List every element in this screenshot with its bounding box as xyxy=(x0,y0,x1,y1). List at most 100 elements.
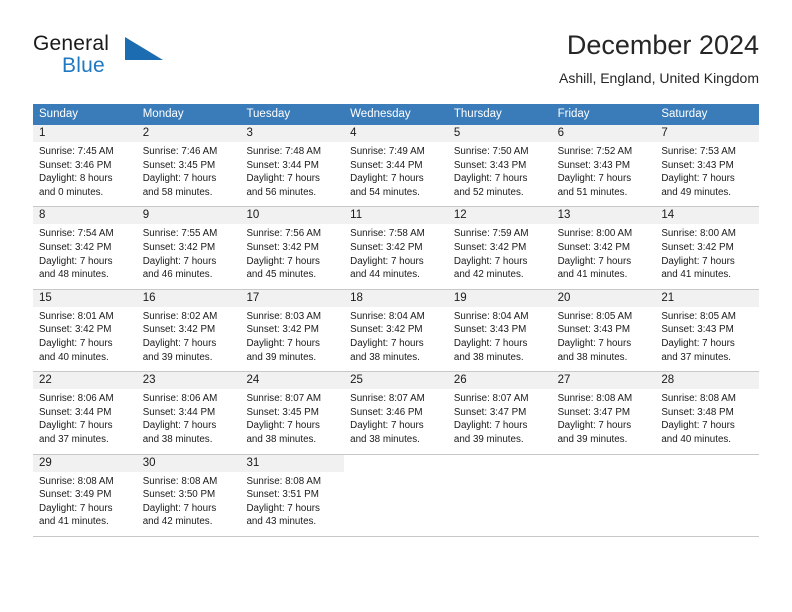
day-cell[interactable]: 16 Sunrise: 8:02 AM Sunset: 3:42 PM Dayl… xyxy=(136,289,241,372)
day-info: Sunrise: 7:46 AM Sunset: 3:45 PM Dayligh… xyxy=(137,142,241,199)
daylight-text-line1: Daylight: 7 hours xyxy=(661,337,735,349)
sunset-text: Sunset: 3:44 PM xyxy=(350,159,423,171)
day-cell[interactable]: 8 Sunrise: 7:54 AM Sunset: 3:42 PM Dayli… xyxy=(33,207,137,289)
day-info: Sunrise: 7:49 AM Sunset: 3:44 PM Dayligh… xyxy=(344,142,448,199)
day-number xyxy=(655,454,760,472)
sunset-text: Sunset: 3:49 PM xyxy=(39,489,112,501)
day-info: Sunrise: 7:50 AM Sunset: 3:43 PM Dayligh… xyxy=(448,142,552,199)
day-info: Sunrise: 8:05 AM Sunset: 3:43 PM Dayligh… xyxy=(552,307,656,364)
day-cell[interactable]: 12 Sunrise: 7:59 AM Sunset: 3:42 PM Dayl… xyxy=(447,207,552,289)
day-cell[interactable]: 5 Sunrise: 7:50 AM Sunset: 3:43 PM Dayli… xyxy=(447,125,552,207)
day-cell[interactable]: 23 Sunrise: 8:06 AM Sunset: 3:44 PM Dayl… xyxy=(136,372,241,454)
daylight-text-line1: Daylight: 7 hours xyxy=(246,337,320,349)
day-info: Sunrise: 8:00 AM Sunset: 3:42 PM Dayligh… xyxy=(552,224,656,281)
day-cell[interactable]: 10 Sunrise: 7:56 AM Sunset: 3:42 PM Dayl… xyxy=(240,207,345,289)
day-number: 31 xyxy=(240,454,345,472)
day-info: Sunrise: 8:05 AM Sunset: 3:43 PM Dayligh… xyxy=(655,307,759,364)
day-number: 24 xyxy=(240,372,345,390)
daylight-text-line2: and 40 minutes. xyxy=(39,351,109,363)
calendar-week-row: 1 Sunrise: 7:45 AM Sunset: 3:46 PM Dayli… xyxy=(33,125,760,208)
day-number: 12 xyxy=(447,207,552,225)
daylight-text-line2: and 51 minutes. xyxy=(557,186,628,198)
sunrise-text: Sunrise: 8:05 AM xyxy=(557,310,633,322)
day-number: 2 xyxy=(136,125,241,142)
day-cell[interactable]: 9 Sunrise: 7:55 AM Sunset: 3:42 PM Dayli… xyxy=(136,207,241,289)
daylight-text-line1: Daylight: 7 hours xyxy=(453,173,528,185)
day-number: 22 xyxy=(33,372,137,390)
day-cell[interactable]: 4 Sunrise: 7:49 AM Sunset: 3:44 PM Dayli… xyxy=(344,125,448,207)
day-info: Sunrise: 7:56 AM Sunset: 3:42 PM Dayligh… xyxy=(240,224,344,281)
day-cell[interactable]: 20 Sunrise: 8:05 AM Sunset: 3:43 PM Dayl… xyxy=(551,289,656,372)
day-number: 11 xyxy=(344,207,448,225)
day-number: 16 xyxy=(136,289,241,307)
day-cell[interactable]: 18 Sunrise: 8:04 AM Sunset: 3:42 PM Dayl… xyxy=(344,289,448,372)
day-number: 1 xyxy=(33,125,137,142)
daylight-text-line2: and 39 minutes. xyxy=(142,351,213,363)
sunset-text: Sunset: 3:45 PM xyxy=(246,406,319,418)
sunset-text: Sunset: 3:48 PM xyxy=(661,406,734,418)
sunrise-text: Sunrise: 7:58 AM xyxy=(350,228,425,240)
day-info: Sunrise: 8:04 AM Sunset: 3:42 PM Dayligh… xyxy=(344,307,448,364)
daylight-text-line1: Daylight: 7 hours xyxy=(453,420,528,432)
calendar-week-row: 15 Sunrise: 8:01 AM Sunset: 3:42 PM Dayl… xyxy=(33,289,760,373)
sunrise-text: Sunrise: 8:00 AM xyxy=(661,228,736,240)
day-cell[interactable]: 7 Sunrise: 7:53 AM Sunset: 3:43 PM Dayli… xyxy=(655,125,760,207)
weekday-header-wednesday: Wednesday xyxy=(350,108,411,120)
sunset-text: Sunset: 3:47 PM xyxy=(557,406,631,418)
day-number: 7 xyxy=(655,125,760,142)
calendar-week-row: 29 Sunrise: 8:08 AM Sunset: 3:49 PM Dayl… xyxy=(33,454,760,537)
brand-logo[interactable]: General Blue xyxy=(33,32,233,88)
day-cell[interactable]: 15 Sunrise: 8:01 AM Sunset: 3:42 PM Dayl… xyxy=(33,289,137,372)
day-cell[interactable]: 27 Sunrise: 8:08 AM Sunset: 3:47 PM Dayl… xyxy=(551,372,656,454)
day-cell[interactable]: 28 Sunrise: 8:08 AM Sunset: 3:48 PM Dayl… xyxy=(655,372,760,454)
weekday-header-monday: Monday xyxy=(142,108,184,120)
daylight-text-line2: and 39 minutes. xyxy=(246,351,317,363)
sunrise-text: Sunrise: 8:08 AM xyxy=(661,393,736,405)
day-cell[interactable]: 22 Sunrise: 8:06 AM Sunset: 3:44 PM Dayl… xyxy=(33,372,137,454)
daylight-text-line2: and 37 minutes. xyxy=(39,433,109,445)
day-cell[interactable]: 19 Sunrise: 8:04 AM Sunset: 3:43 PM Dayl… xyxy=(447,289,552,372)
day-cell[interactable]: 21 Sunrise: 8:05 AM Sunset: 3:43 PM Dayl… xyxy=(655,289,760,372)
sunrise-text: Sunrise: 7:56 AM xyxy=(246,228,322,240)
day-cell[interactable]: 11 Sunrise: 7:58 AM Sunset: 3:42 PM Dayl… xyxy=(344,207,448,289)
daylight-text-line1: Daylight: 7 hours xyxy=(142,502,217,514)
sunrise-text: Sunrise: 7:48 AM xyxy=(246,146,322,157)
day-info: Sunrise: 7:59 AM Sunset: 3:42 PM Dayligh… xyxy=(448,224,552,281)
day-number: 6 xyxy=(551,125,656,142)
daylight-text-line2: and 49 minutes. xyxy=(661,186,732,198)
day-cell[interactable]: 31 Sunrise: 8:08 AM Sunset: 3:51 PM Dayl… xyxy=(240,454,345,536)
weekday-header-saturday: Saturday xyxy=(661,108,708,120)
day-info: Sunrise: 7:54 AM Sunset: 3:42 PM Dayligh… xyxy=(33,224,137,281)
sunrise-text: Sunrise: 7:55 AM xyxy=(142,228,218,240)
day-cell[interactable]: 2 Sunrise: 7:46 AM Sunset: 3:45 PM Dayli… xyxy=(136,125,241,207)
day-number: 30 xyxy=(136,454,241,472)
day-info xyxy=(552,472,656,475)
day-cell[interactable]: 17 Sunrise: 8:03 AM Sunset: 3:42 PM Dayl… xyxy=(240,289,345,372)
sunrise-text: Sunrise: 8:08 AM xyxy=(557,393,633,405)
day-info: Sunrise: 8:04 AM Sunset: 3:43 PM Dayligh… xyxy=(448,307,552,364)
day-cell[interactable]: 24 Sunrise: 8:07 AM Sunset: 3:45 PM Dayl… xyxy=(240,372,345,454)
daylight-text-line1: Daylight: 7 hours xyxy=(350,173,424,185)
daylight-text-line2: and 41 minutes. xyxy=(557,269,628,281)
day-cell[interactable]: 26 Sunrise: 8:07 AM Sunset: 3:47 PM Dayl… xyxy=(447,372,552,454)
day-cell[interactable]: 25 Sunrise: 8:07 AM Sunset: 3:46 PM Dayl… xyxy=(344,372,448,454)
sunset-text: Sunset: 3:42 PM xyxy=(142,241,216,253)
day-cell[interactable]: 1 Sunrise: 7:45 AM Sunset: 3:46 PM Dayli… xyxy=(33,125,137,207)
day-cell[interactable]: 3 Sunrise: 7:48 AM Sunset: 3:44 PM Dayli… xyxy=(240,125,345,207)
sunset-text: Sunset: 3:43 PM xyxy=(661,159,734,171)
day-cell[interactable]: 30 Sunrise: 8:08 AM Sunset: 3:50 PM Dayl… xyxy=(136,454,241,536)
day-cell[interactable]: 6 Sunrise: 7:52 AM Sunset: 3:43 PM Dayli… xyxy=(551,125,656,207)
sunset-text: Sunset: 3:45 PM xyxy=(142,159,216,171)
page-title: December 2024 xyxy=(566,30,759,60)
day-info: Sunrise: 7:55 AM Sunset: 3:42 PM Dayligh… xyxy=(137,224,241,281)
sunrise-text: Sunrise: 7:45 AM xyxy=(39,146,114,157)
day-cell[interactable]: 29 Sunrise: 8:08 AM Sunset: 3:49 PM Dayl… xyxy=(33,454,137,536)
day-cell[interactable]: 14 Sunrise: 8:00 AM Sunset: 3:42 PM Dayl… xyxy=(655,207,760,289)
weekday-header-friday: Friday xyxy=(557,108,590,120)
calendar-grid: Sunday Monday Tuesday Wednesday Thursday… xyxy=(33,104,760,537)
day-number: 10 xyxy=(240,207,345,225)
day-number xyxy=(344,454,448,472)
sunset-text: Sunset: 3:42 PM xyxy=(246,241,319,253)
day-info xyxy=(655,472,759,475)
day-cell[interactable]: 13 Sunrise: 8:00 AM Sunset: 3:42 PM Dayl… xyxy=(551,207,656,289)
